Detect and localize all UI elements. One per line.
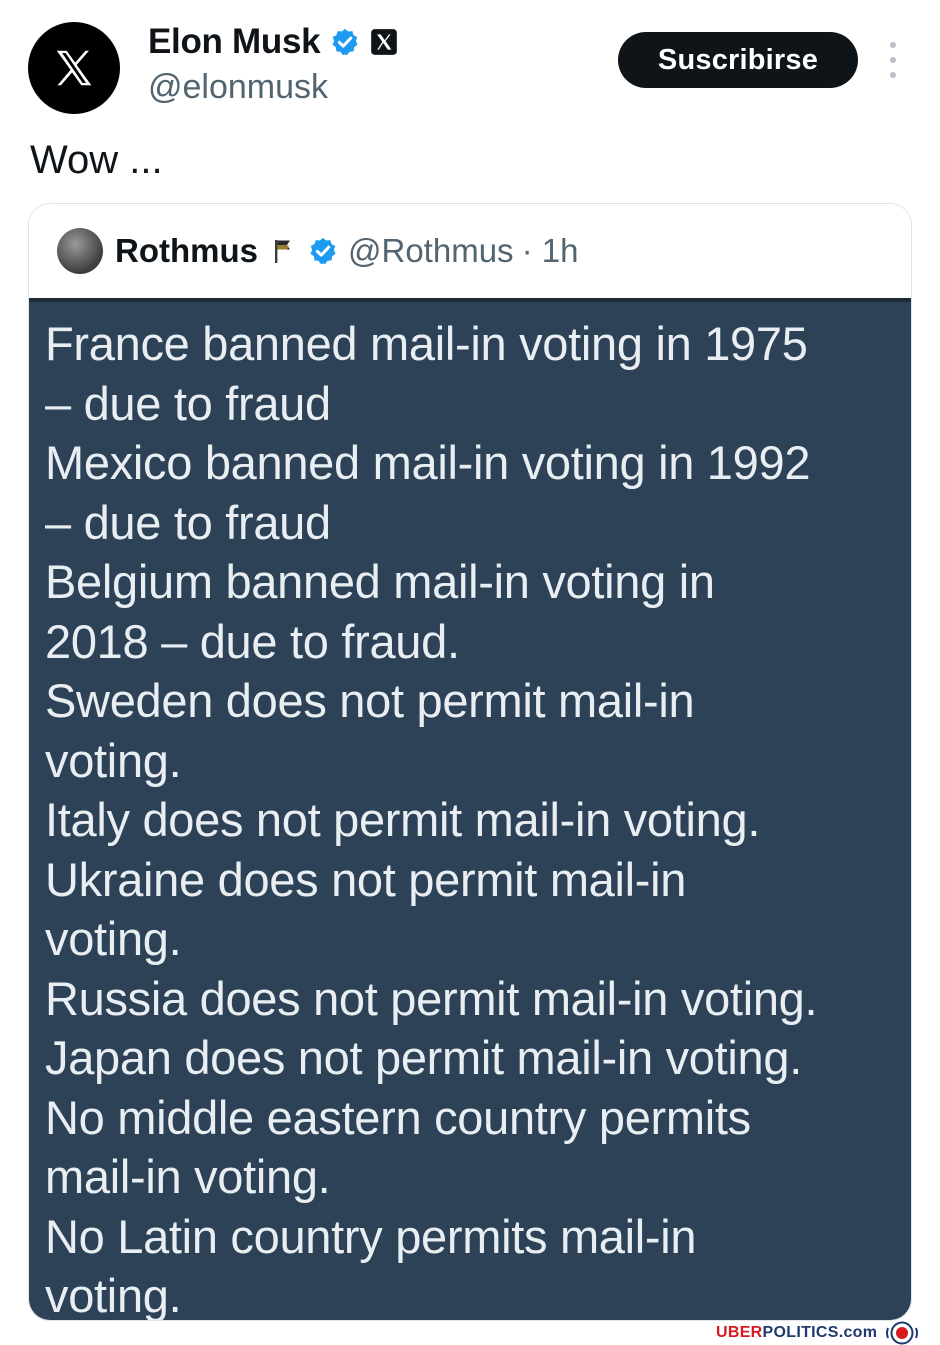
quoted-image-line: Italy does not permit mail-in voting. (45, 793, 761, 846)
tweet-text: Wow ... (30, 138, 163, 182)
quoted-image-line: Sweden does not permit mail-in (45, 674, 695, 727)
quoted-author-handle[interactable]: @Rothmus (348, 232, 514, 270)
watermark: UBER POLITICS.com (716, 1321, 919, 1345)
watermark-logo-icon (886, 1321, 919, 1345)
quoted-image-line: mail-in voting. (45, 1150, 331, 1203)
quoted-image[interactable]: France banned mail-in voting in 1975 – du… (29, 298, 911, 1321)
quoted-image-line: France banned mail-in voting in 1975 (45, 317, 808, 370)
quoted-image-line: Mexico banned mail-in voting in 1992 (45, 436, 811, 489)
subscribe-button[interactable]: Suscribirse (618, 32, 858, 88)
x-logo-icon (56, 50, 92, 86)
author-handle[interactable]: @elonmusk (148, 68, 328, 107)
quoted-image-line: No Latin country permits mail-in (45, 1209, 697, 1263)
author-avatar[interactable] (28, 22, 120, 114)
x-affiliate-icon (371, 29, 398, 55)
author-name-row[interactable]: Elon Musk (148, 22, 398, 62)
quoted-image-text: France banned mail-in voting in 1975 – du… (45, 314, 905, 1321)
quoted-image-line: – due to fraud (45, 376, 331, 430)
quoted-image-line: Ukraine does not permit mail-in (45, 852, 687, 906)
verified-badge-icon (310, 237, 336, 265)
quoted-tweet-header: Rothmus @Rothmus · 1h (29, 204, 911, 298)
quoted-image-line: voting. (45, 1269, 182, 1321)
quoted-image-line: Russia does not permit mail-in voting. (45, 971, 818, 1025)
quoted-image-line: – due to fraud (45, 495, 331, 549)
quoted-author-avatar[interactable] (57, 228, 103, 274)
quoted-author-name[interactable]: Rothmus (115, 232, 258, 270)
quoted-image-line: voting. (45, 912, 182, 965)
quoted-image-line: voting. (45, 733, 182, 787)
more-vertical-icon[interactable] (886, 42, 900, 78)
author-name[interactable]: Elon Musk (148, 22, 321, 62)
quoted-image-line: Japan does not permit mail-in voting. (45, 1031, 802, 1084)
watermark-brand-part2: POLITICS.com (762, 1324, 878, 1341)
quoted-image-line: 2018 – due to fraud. (45, 614, 460, 668)
quoted-tweet-card[interactable]: Rothmus @Rothmus · 1h France banned mail… (28, 203, 912, 1321)
verified-badge-icon (332, 28, 358, 56)
flag-icon (272, 237, 294, 265)
watermark-brand-part1: UBER (716, 1324, 763, 1341)
quoted-timestamp[interactable]: · 1h (522, 232, 579, 270)
quoted-image-line: Belgium banned mail-in voting in (45, 555, 715, 608)
quoted-image-line: No middle eastern country permits (45, 1090, 751, 1144)
